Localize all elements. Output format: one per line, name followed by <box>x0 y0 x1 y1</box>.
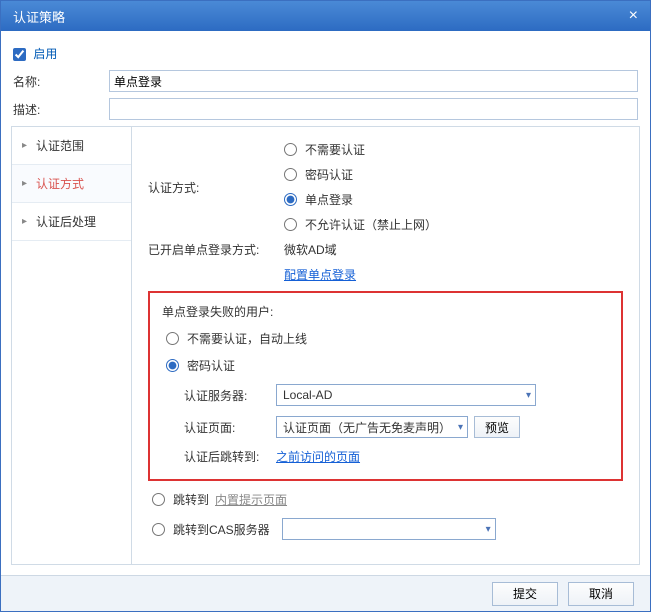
dialog-title: 认证策略 <box>13 7 65 26</box>
enable-row: 启用 <box>11 41 640 70</box>
desc-row: 描述: <box>11 98 640 120</box>
radio-password-input[interactable] <box>284 168 297 181</box>
fail-radio-none-label: 不需要认证，自动上线 <box>187 330 307 347</box>
radio-sso[interactable]: 单点登录 <box>284 191 437 208</box>
enabled-sso-value: 微软AD域 <box>284 241 337 258</box>
auth-page-row: 认证页面: 认证页面（无广告无免麦声明） ▾ 预览 <box>184 416 609 438</box>
radio-jump-cas-input[interactable] <box>152 523 165 536</box>
enabled-sso-label: 已开启单点登录方式: <box>148 241 284 258</box>
redirect-link[interactable]: 之前访问的页面 <box>276 448 360 465</box>
cas-server-select[interactable]: ▾ <box>282 518 496 540</box>
close-icon[interactable]: × <box>625 7 642 25</box>
enabled-sso-row: 已开启单点登录方式: 微软AD域 <box>148 241 623 258</box>
auth-server-select[interactable]: Local-AD ▾ <box>276 384 536 406</box>
chevron-down-icon: ▾ <box>486 524 491 535</box>
auth-server-row: 认证服务器: Local-AD ▾ <box>184 384 609 406</box>
enable-label: 启用 <box>33 47 57 61</box>
auth-method-row: 认证方式: 不需要认证 密码认证 单点登录 不允许认证（禁止上网） <box>148 141 623 233</box>
builtin-page-link[interactable]: 内置提示页面 <box>215 491 287 508</box>
auth-server-value: Local-AD <box>283 388 332 402</box>
dialog-footer: 提交 取消 <box>1 575 650 611</box>
radio-jump-cas[interactable]: 跳转到CAS服务器 <box>152 521 270 538</box>
chevron-right-icon: ▸ <box>22 140 32 151</box>
chevron-right-icon: ▸ <box>22 178 32 189</box>
radio-password-label: 密码认证 <box>305 166 353 183</box>
auth-method-options: 不需要认证 密码认证 单点登录 不允许认证（禁止上网） <box>284 141 437 233</box>
radio-password[interactable]: 密码认证 <box>284 166 437 183</box>
name-label: 名称: <box>13 73 109 90</box>
sidebar-item-label: 认证方式 <box>36 175 84 192</box>
preview-button[interactable]: 预览 <box>474 416 520 438</box>
redirect-row: 认证后跳转到: 之前访问的页面 <box>184 448 609 465</box>
auth-page-value: 认证页面（无广告无免麦声明） <box>283 419 451 436</box>
radio-deny-label: 不允许认证（禁止上网） <box>305 216 437 233</box>
enable-checkbox[interactable] <box>13 48 26 61</box>
sidebar-item-label: 认证范围 <box>36 137 84 154</box>
redirect-label: 认证后跳转到: <box>184 448 276 465</box>
fail-radio-password[interactable]: 密码认证 <box>166 357 609 374</box>
auth-server-label: 认证服务器: <box>184 387 276 404</box>
titlebar: 认证策略 × <box>1 1 650 31</box>
radio-none[interactable]: 不需要认证 <box>284 141 437 158</box>
radio-none-input[interactable] <box>284 143 297 156</box>
name-row: 名称: <box>11 70 640 92</box>
chevron-down-icon: ▾ <box>458 422 463 433</box>
auth-page-select[interactable]: 认证页面（无广告无免麦声明） ▾ <box>276 416 468 438</box>
fail-radio-none-input[interactable] <box>166 332 179 345</box>
sidebar-item-scope[interactable]: ▸ 认证范围 <box>12 127 131 165</box>
sso-fail-title: 单点登录失败的用户: <box>162 303 609 320</box>
jump-to-row: 跳转到 内置提示页面 <box>152 491 623 508</box>
auth-policy-dialog: 认证策略 × 启用 名称: 描述: ▸ 认证范围 ▸ <box>0 0 651 612</box>
desc-label: 描述: <box>13 101 109 118</box>
radio-deny-input[interactable] <box>284 218 297 231</box>
chevron-right-icon: ▸ <box>22 216 32 227</box>
jump-cas-row: 跳转到CAS服务器 ▾ <box>152 518 623 540</box>
sidebar-item-label: 认证后处理 <box>36 213 96 230</box>
sso-fail-box: 单点登录失败的用户: 不需要认证，自动上线 密码认证 认证服务器: Local-… <box>148 291 623 481</box>
radio-sso-label: 单点登录 <box>305 191 353 208</box>
radio-jump-cas-label: 跳转到CAS服务器 <box>173 521 270 538</box>
radio-jump-to[interactable]: 跳转到 <box>152 491 209 508</box>
config-sso-link[interactable]: 配置单点登录 <box>284 266 356 283</box>
config-sso-row: 配置单点登录 <box>148 266 623 283</box>
radio-deny[interactable]: 不允许认证（禁止上网） <box>284 216 437 233</box>
dialog-body: 启用 名称: 描述: ▸ 认证范围 ▸ 认证方式 ▸ <box>1 31 650 575</box>
auth-page-label: 认证页面: <box>184 419 276 436</box>
chevron-down-icon: ▾ <box>526 390 531 401</box>
enable-checkbox-label[interactable]: 启用 <box>13 47 57 61</box>
radio-jump-to-input[interactable] <box>152 493 165 506</box>
sidebar: ▸ 认证范围 ▸ 认证方式 ▸ 认证后处理 <box>12 127 132 564</box>
radio-jump-to-label: 跳转到 <box>173 491 209 508</box>
content-panel: 认证方式: 不需要认证 密码认证 单点登录 不允许认证（禁止上网） 已开启单点登… <box>132 127 639 564</box>
fail-radio-password-label: 密码认证 <box>187 357 235 374</box>
fail-radio-none[interactable]: 不需要认证，自动上线 <box>166 330 609 347</box>
desc-input[interactable] <box>109 98 638 120</box>
fail-radio-password-input[interactable] <box>166 359 179 372</box>
auth-method-label: 认证方式: <box>148 179 284 196</box>
radio-sso-input[interactable] <box>284 193 297 206</box>
main-area: ▸ 认证范围 ▸ 认证方式 ▸ 认证后处理 认证方式: 不需要认证 密码 <box>11 126 640 565</box>
name-input[interactable] <box>109 70 638 92</box>
sidebar-item-post[interactable]: ▸ 认证后处理 <box>12 203 131 241</box>
radio-none-label: 不需要认证 <box>305 141 365 158</box>
sidebar-item-method[interactable]: ▸ 认证方式 <box>12 165 131 203</box>
